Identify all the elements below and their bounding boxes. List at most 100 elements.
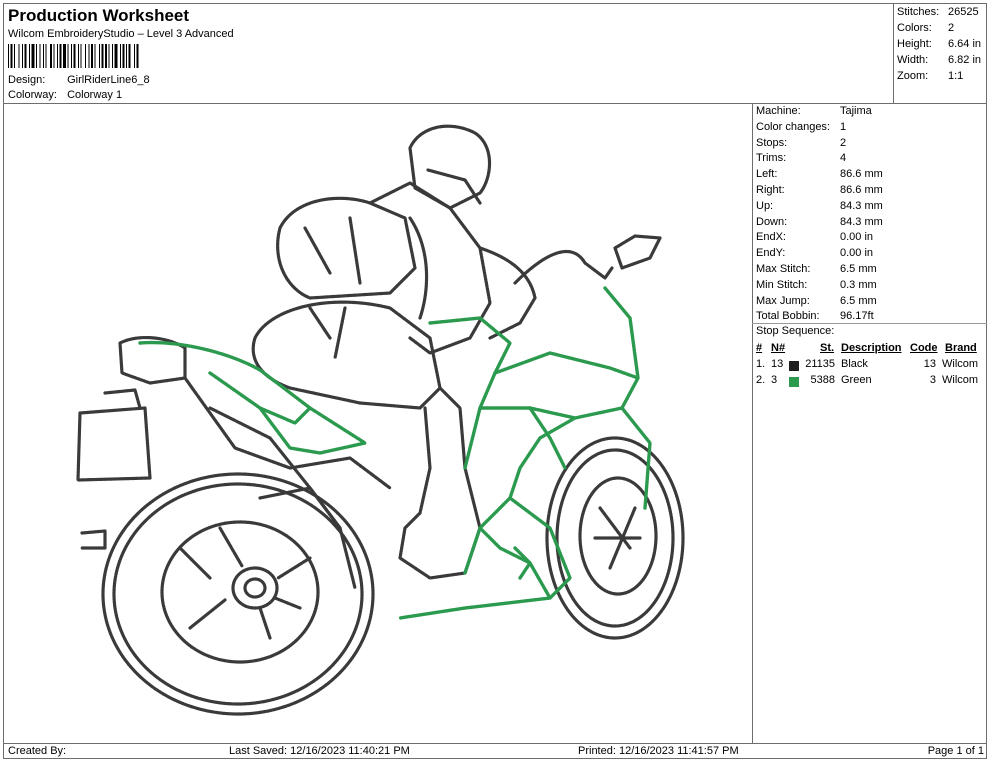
summary-row: Width: 6.82 in — [897, 52, 985, 68]
spec-label: Color changes: — [756, 120, 830, 133]
summary-label: Width: — [897, 54, 929, 66]
spec-row: EndX: 0.00 in — [756, 230, 986, 246]
spec-row: Color changes: 1 — [756, 120, 986, 136]
spec-label: EndY: — [756, 247, 786, 260]
spec-row: Stops: 2 — [756, 136, 986, 152]
row-n: 13 — [771, 358, 784, 370]
design-value: GirlRiderLine6_8 — [67, 74, 150, 86]
color-swatch — [789, 361, 799, 371]
col-code-header: Code — [910, 342, 938, 354]
design-label: Design: — [8, 74, 46, 86]
spec-row: Right: 86.6 mm — [756, 183, 986, 199]
stop-table-header: # N# St. Description Code Brand — [756, 340, 986, 356]
spec-value: 0.3 mm — [840, 278, 877, 291]
spec-value: 6.5 mm — [840, 262, 877, 275]
spec-label: Down: — [756, 215, 788, 228]
summary-value: 26525 — [948, 6, 979, 18]
row-stitches: 5388 — [810, 374, 835, 386]
spec-row: Down: 84.3 mm — [756, 215, 986, 231]
created-by: Created By: — [8, 745, 67, 757]
spec-value: Tajima — [840, 105, 872, 117]
spec-row: Machine: Tajima — [756, 104, 986, 120]
spec-value: 6.5 mm — [840, 294, 877, 307]
spec-row: Up: 84.3 mm — [756, 199, 986, 215]
col-description-header: Description — [841, 342, 902, 354]
footer-divider — [3, 743, 987, 744]
row-code: 13 — [923, 358, 936, 370]
summary-row: Height: 6.64 in — [897, 36, 985, 52]
barcode-icon — [8, 44, 139, 68]
spec-row: EndY: 0.00 in — [756, 246, 986, 262]
col-st-header: St. — [820, 342, 835, 354]
spec-value: 1 — [840, 120, 847, 133]
motorcycle-rider-embroidery-icon — [76, 124, 685, 716]
spec-label: Machine: — [756, 105, 801, 117]
summary-label: Zoom: — [897, 70, 929, 82]
row-n: 3 — [771, 374, 778, 386]
printed-date: Printed: 12/16/2023 11:41:57 PM — [578, 745, 739, 757]
summary-row: Zoom: 1:1 — [897, 68, 985, 84]
colorway-label: Colorway: — [8, 89, 57, 101]
row-brand: Wilcom — [942, 358, 979, 370]
summary-label: Height: — [897, 38, 932, 50]
spec-row: Total Bobbin: 96.17ft — [756, 309, 986, 325]
summary-divider — [893, 3, 894, 103]
design-row: Design: GirlRiderLine6_8 — [8, 74, 150, 86]
spec-label: Max Jump: — [756, 294, 810, 307]
spec-value: 86.6 mm — [840, 168, 883, 181]
colorway-value: Colorway 1 — [67, 89, 123, 101]
spec-value: 84.3 mm — [840, 215, 883, 228]
spec-value: 0.00 in — [840, 247, 874, 260]
row-description: Green — [841, 374, 872, 386]
spec-label: Left: — [756, 168, 778, 181]
spec-label: Max Stitch: — [756, 262, 811, 275]
colorway-row: Colorway: Colorway 1 — [8, 89, 122, 101]
spec-label: Right: — [756, 183, 785, 196]
spec-row: Max Jump: 6.5 mm — [756, 294, 986, 310]
summary-label: Colors: — [897, 22, 932, 34]
summary-value: 6.82 in — [948, 54, 982, 66]
spec-label: Trims: — [756, 152, 787, 165]
spec-label: Up: — [756, 199, 774, 212]
row-num: 1. — [756, 358, 766, 370]
worksheet-title: Production Worksheet — [8, 6, 190, 25]
summary-row: Colors: 2 — [897, 20, 985, 36]
col-num-header: # — [756, 342, 763, 354]
spec-label: Total Bobbin: — [756, 310, 820, 323]
spec-label: Min Stitch: — [756, 278, 808, 291]
table-row: 1. 13 21135 Black 13 Wilcom — [756, 356, 986, 372]
software-name: Wilcom EmbroideryStudio – Level 3 Advanc… — [8, 28, 234, 40]
panel-divider — [752, 103, 753, 743]
stop-sequence-title: Stop Sequence: — [756, 325, 835, 337]
spec-row: Min Stitch: 0.3 mm — [756, 278, 986, 294]
color-swatch — [789, 377, 799, 387]
summary-panel: Stitches: 26525 Colors: 2 Height: 6.64 in W… — [897, 4, 985, 84]
summary-value: 6.64 in — [948, 38, 982, 50]
spec-row: Left: 86.6 mm — [756, 167, 986, 183]
spec-row: Trims: 4 — [756, 151, 986, 167]
summary-value: 2 — [948, 22, 955, 34]
summary-value: 1:1 — [948, 70, 964, 82]
page-number: Page 1 of 1 — [927, 745, 984, 757]
row-num: 2. — [756, 374, 766, 386]
spec-value: 96.17ft — [840, 310, 874, 323]
col-n-header: N# — [771, 342, 786, 354]
spec-value: 4 — [840, 152, 847, 165]
stop-sequence-table: # N# St. Description Code Brand 1. 13 21… — [756, 340, 986, 388]
last-saved: Last Saved: 12/16/2023 11:40:21 PM — [229, 745, 410, 757]
col-brand-header: Brand — [945, 342, 977, 354]
row-stitches: 21135 — [805, 358, 835, 370]
spec-value: 86.6 mm — [840, 183, 883, 196]
table-row: 2. 3 5388 Green 3 Wilcom — [756, 372, 986, 388]
summary-row: Stitches: 26525 — [897, 4, 985, 20]
spec-label: Stops: — [756, 136, 788, 149]
row-brand: Wilcom — [942, 374, 979, 386]
spec-label: EndX: — [756, 231, 786, 244]
spec-value: 84.3 mm — [840, 199, 883, 212]
summary-label: Stitches: — [897, 6, 940, 18]
spec-row: Max Stitch: 6.5 mm — [756, 262, 986, 278]
row-description: Black — [841, 358, 868, 370]
machine-specs: Machine: Tajima Color changes: 1 Stops: 2 T… — [756, 104, 986, 325]
spec-value: 2 — [840, 136, 847, 149]
row-code: 3 — [929, 374, 936, 386]
